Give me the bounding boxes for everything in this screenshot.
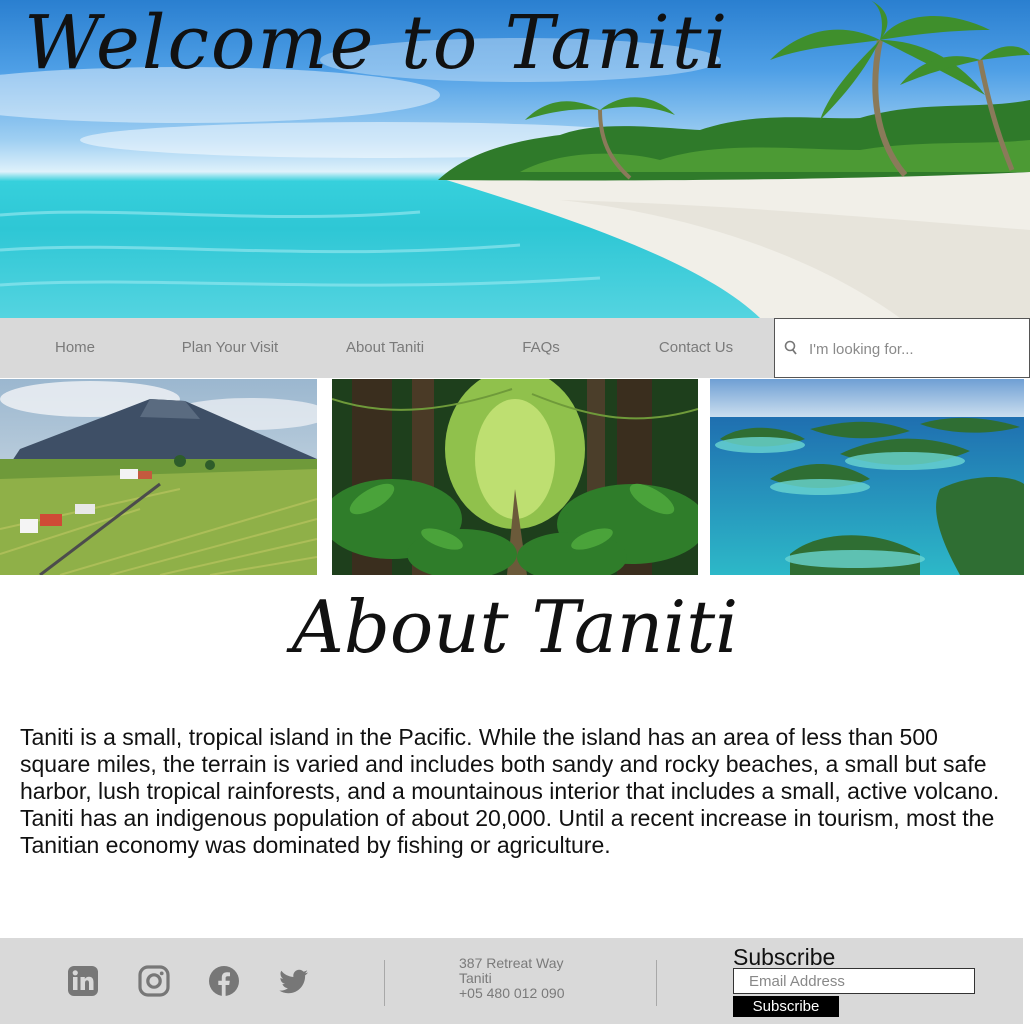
twitter-icon[interactable] xyxy=(278,965,310,997)
nav-faqs[interactable]: FAQs xyxy=(466,318,616,378)
search-icon[interactable] xyxy=(783,340,799,356)
search-input[interactable] xyxy=(807,333,1021,365)
subscribe-heading: Subscribe xyxy=(733,944,836,970)
linkedin-icon[interactable] xyxy=(67,965,99,997)
email-field[interactable] xyxy=(733,968,975,994)
nav-home[interactable]: Home xyxy=(0,318,150,378)
about-title: About Taniti xyxy=(291,585,739,669)
subscribe-button[interactable]: Subscribe xyxy=(733,996,839,1017)
instagram-icon[interactable] xyxy=(138,965,170,997)
nav-plan-your-visit[interactable]: Plan Your Visit xyxy=(155,318,305,378)
main-nav: Home Plan Your Visit About Taniti FAQs C… xyxy=(0,318,1030,378)
search-box xyxy=(774,318,1030,378)
nav-about-taniti[interactable]: About Taniti xyxy=(310,318,460,378)
about-paragraph: Taniti is a small, tropical island in th… xyxy=(20,724,1000,858)
footer-divider xyxy=(656,960,657,1006)
address-phone: +05 480 012 090 xyxy=(459,985,565,1001)
address-street: 387 Retreat Way xyxy=(459,955,564,971)
nav-contact-us[interactable]: Contact Us xyxy=(621,318,771,378)
footer-divider xyxy=(384,960,385,1006)
volcano-farmland-photo xyxy=(0,379,317,575)
footer: 387 Retreat Way Taniti +05 480 012 090 S… xyxy=(0,938,1023,1024)
hero-title: Welcome to Taniti xyxy=(24,0,730,86)
rainforest-trail-photo xyxy=(332,379,698,575)
address-city: Taniti xyxy=(459,970,492,986)
contact-address: 387 Retreat Way Taniti +05 480 012 090 xyxy=(459,956,565,1001)
island-lagoon-photo xyxy=(710,379,1024,575)
hero-banner: Welcome to Taniti xyxy=(0,0,1030,318)
facebook-icon[interactable] xyxy=(208,965,240,997)
